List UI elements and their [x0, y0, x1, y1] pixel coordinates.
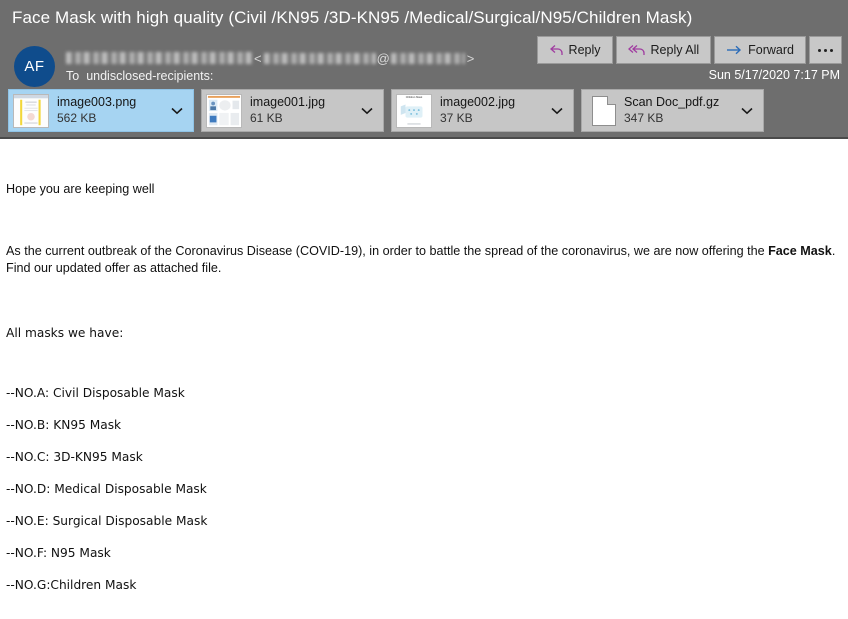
attachment-meta: Scan Doc_pdf.gz 347 KB	[624, 95, 719, 126]
chevron-down-icon[interactable]	[551, 102, 563, 120]
chevron-down-icon[interactable]	[171, 102, 183, 120]
reply-all-button[interactable]: Reply All	[615, 36, 712, 64]
more-actions-button[interactable]	[809, 36, 842, 64]
sender-email-domain-redacted	[390, 52, 465, 64]
list-item: --NO.E: Surgical Disposable Mask	[6, 514, 208, 528]
avatar-initials: AF	[24, 58, 45, 75]
chevron-down-icon[interactable]	[361, 102, 373, 120]
attachment-thumbnail-icon: Children Mask	[396, 93, 432, 128]
email-subject: Face Mask with high quality (Civil /KN95…	[12, 8, 693, 27]
attachment-size: 562 KB	[57, 110, 97, 125]
list-item: --NO.D: Medical Disposable Mask	[6, 482, 207, 496]
offer-prefix-text: As the current outbreak of the Coronavir…	[6, 244, 769, 258]
attachment-meta: image001.jpg 61 KB	[250, 95, 325, 126]
file-document-icon	[592, 95, 616, 126]
avatar[interactable]: AF	[14, 46, 55, 87]
forward-button-label: Forward	[748, 43, 794, 57]
attachment-item[interactable]: Children Mask image002.jpg 37 KB	[391, 89, 574, 132]
attachment-bar: image003.png 562 KB image001.jpg 61 KB C…	[8, 89, 764, 132]
attachment-item[interactable]: Scan Doc_pdf.gz 347 KB	[581, 89, 764, 132]
list-item: --NO.G:Children Mask	[6, 578, 137, 592]
attachment-thumbnail-caption: Children Mask	[405, 95, 423, 99]
attachment-name: image003.png	[57, 95, 137, 110]
greeting-text: Hope you are keeping well	[6, 182, 155, 196]
attachment-size: 347 KB	[624, 110, 664, 125]
mask-list: --NO.A: Civil Disposable Mask --NO.B: KN…	[6, 387, 207, 611]
attachment-thumbnail-icon	[13, 93, 49, 128]
list-item: --NO.C: 3D-KN95 Mask	[6, 450, 143, 464]
attachment-thumbnail-icon	[206, 93, 242, 128]
chevron-down-icon[interactable]	[741, 102, 753, 120]
list-item: --NO.B: KN95 Mask	[6, 418, 122, 432]
attachment-item[interactable]: image003.png 562 KB	[8, 89, 194, 132]
recipients-line: To undisclosed-recipients:	[66, 69, 213, 83]
attachment-size: 37 KB	[440, 110, 473, 125]
reply-button[interactable]: Reply	[536, 36, 613, 64]
attachment-size: 61 KB	[250, 110, 283, 125]
email-bracket-close: >	[466, 50, 475, 66]
attachment-name: image001.jpg	[250, 95, 326, 110]
forward-button[interactable]: Forward	[714, 36, 806, 64]
sender-email-user-redacted	[263, 52, 376, 64]
attachment-item[interactable]: image001.jpg 61 KB	[201, 89, 384, 132]
email-body: Hope you are keeping well As the current…	[0, 139, 848, 619]
attachment-meta: image003.png 562 KB	[57, 95, 136, 126]
attachment-name: image002.jpg	[440, 95, 516, 110]
to-value: undisclosed-recipients:	[86, 69, 214, 83]
reply-arrow-icon	[549, 44, 564, 57]
email-header: Face Mask with high quality (Civil /KN95…	[0, 0, 848, 139]
message-datetime: Sun 5/17/2020 7:17 PM	[708, 68, 840, 82]
ellipsis-icon	[818, 48, 833, 52]
sender-row[interactable]: < @ >	[66, 50, 476, 66]
attachment-name: Scan Doc_pdf.gz	[624, 95, 720, 110]
email-at-symbol: @	[376, 50, 390, 66]
offer-paragraph: As the current outbreak of the Coronavir…	[6, 243, 838, 277]
masks-heading: All masks we have:	[6, 326, 124, 340]
attachment-meta: image002.jpg 37 KB	[440, 95, 515, 126]
sender-name-redacted	[66, 52, 252, 64]
forward-arrow-icon	[726, 44, 743, 56]
offer-bold-text: Face Mask	[768, 244, 832, 258]
email-bracket-open: <	[254, 50, 262, 66]
reply-button-label: Reply	[568, 43, 601, 57]
reply-all-button-label: Reply All	[650, 43, 700, 57]
list-item: --NO.A: Civil Disposable Mask	[6, 386, 185, 400]
list-item: --NO.F: N95 Mask	[6, 546, 111, 560]
action-button-group: Reply Reply All Forward	[536, 36, 842, 64]
reply-all-arrow-icon	[627, 44, 646, 57]
to-label: To	[66, 69, 80, 83]
